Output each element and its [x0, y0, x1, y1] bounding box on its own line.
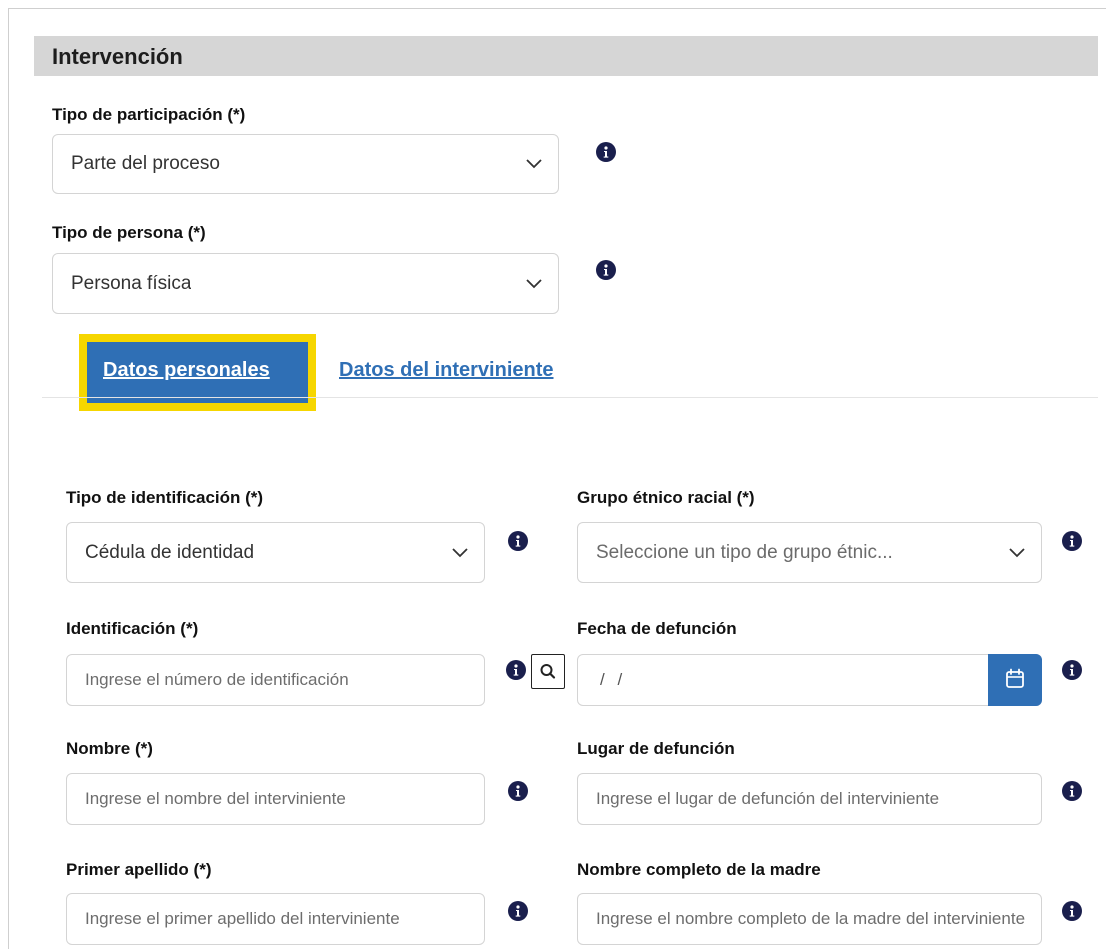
calendar-button[interactable] — [988, 654, 1042, 706]
info-icon[interactable] — [596, 142, 616, 162]
tab-datos-interviniente[interactable]: Datos del interviniente — [339, 359, 554, 382]
mother-name-label: Nombre completo de la madre — [577, 860, 821, 879]
chevron-down-icon — [526, 278, 542, 288]
info-icon[interactable] — [508, 781, 528, 801]
id-number-placeholder: Ingrese el número de identificación — [85, 670, 349, 689]
chevron-down-icon — [1009, 547, 1025, 557]
id-number-input[interactable]: Ingrese el número de identificación — [66, 654, 485, 706]
calendar-icon — [1006, 668, 1024, 688]
first-name-input[interactable]: Ingrese el nombre del interviniente — [66, 773, 485, 825]
ethnic-group-placeholder: Seleccione un tipo de grupo étnic... — [596, 541, 893, 563]
tab-datos-personales[interactable]: Datos personales — [87, 342, 308, 403]
death-date-value: / / — [600, 670, 627, 689]
mother-name-input[interactable]: Ingrese el nombre completo de la madre d… — [577, 893, 1042, 945]
search-id-button[interactable] — [531, 654, 565, 689]
tab-datos-personales-label: Datos personales — [103, 359, 270, 381]
id-type-label: Tipo de identificación (*) — [66, 488, 264, 507]
death-place-label: Lugar de defunción — [577, 739, 735, 758]
person-type-value: Persona física — [71, 272, 192, 294]
info-icon[interactable] — [1062, 901, 1082, 921]
chevron-down-icon — [452, 547, 468, 557]
section-header: Intervención — [34, 36, 1098, 76]
info-icon[interactable] — [1062, 781, 1082, 801]
death-date-input[interactable]: / / — [577, 654, 1042, 706]
death-place-placeholder: Ingrese el lugar de defunción del interv… — [596, 789, 940, 808]
last-name-input[interactable]: Ingrese el primer apellido del intervini… — [66, 893, 485, 945]
info-icon[interactable] — [1062, 531, 1082, 551]
participation-type-value: Parte del proceso — [71, 153, 220, 174]
mother-name-placeholder: Ingrese el nombre completo de la madre d… — [596, 909, 1026, 928]
participation-type-label: Tipo de participación (*) — [52, 105, 246, 124]
last-name-label: Primer apellido (*) — [66, 860, 212, 879]
id-type-select[interactable]: Cédula de identidad — [66, 522, 485, 583]
first-name-placeholder: Ingrese el nombre del interviniente — [85, 789, 346, 808]
info-icon[interactable] — [508, 531, 528, 551]
info-icon[interactable] — [1062, 660, 1082, 680]
participation-type-select[interactable]: Parte del proceso — [52, 134, 559, 194]
tabs-divider — [42, 397, 1098, 398]
last-name-placeholder: Ingrese el primer apellido del intervini… — [85, 909, 400, 928]
section-title: Intervención — [52, 44, 183, 69]
id-type-value: Cédula de identidad — [85, 541, 255, 563]
info-icon[interactable] — [508, 901, 528, 921]
person-type-label: Tipo de persona (*) — [52, 223, 206, 242]
info-icon[interactable] — [506, 660, 526, 680]
first-name-label: Nombre (*) — [66, 739, 153, 758]
search-icon — [540, 664, 556, 679]
person-type-select[interactable]: Persona física — [52, 253, 559, 314]
death-date-label: Fecha de defunción — [577, 619, 737, 638]
id-number-label: Identificación (*) — [66, 619, 199, 638]
info-icon[interactable] — [596, 260, 616, 280]
ethnic-group-select[interactable]: Seleccione un tipo de grupo étnic... — [577, 522, 1042, 583]
chevron-down-icon — [526, 159, 542, 169]
ethnic-group-label: Grupo étnico racial (*) — [577, 488, 755, 507]
death-place-input[interactable]: Ingrese el lugar de defunción del interv… — [577, 773, 1042, 825]
